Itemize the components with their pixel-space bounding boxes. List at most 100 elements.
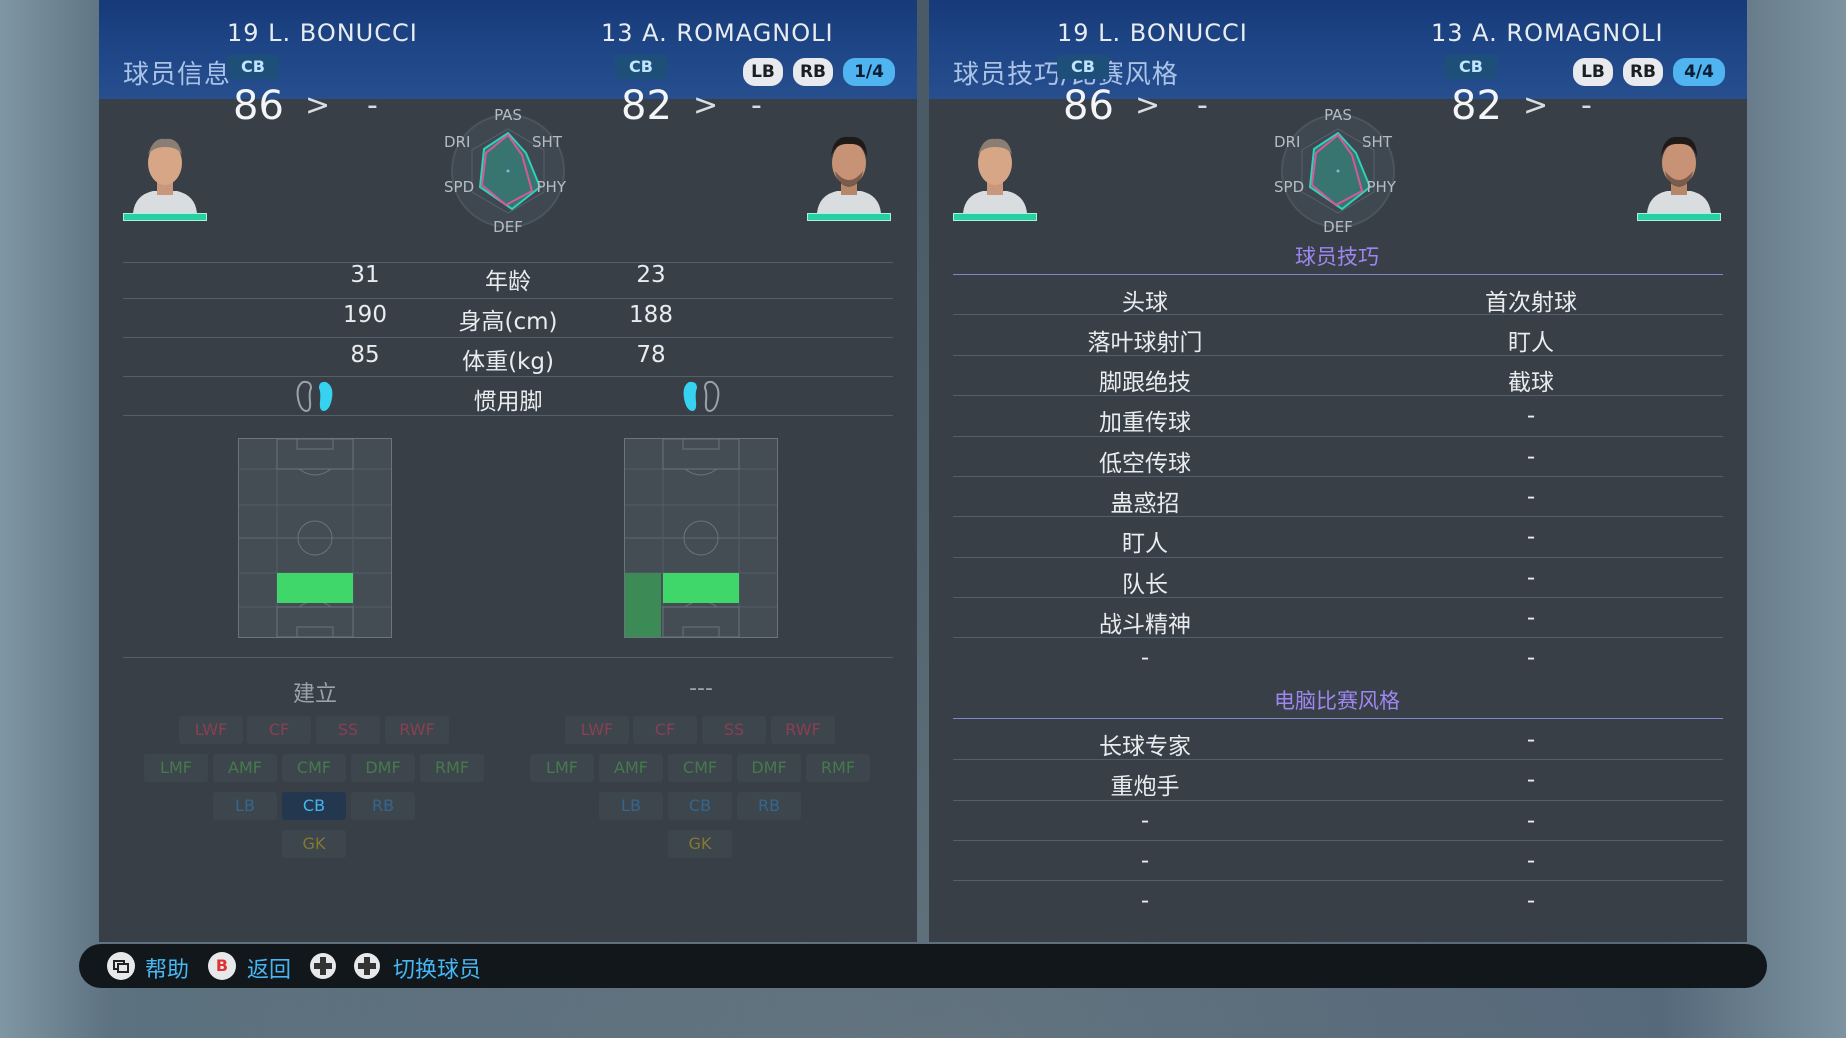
pos-rb: RB bbox=[737, 792, 801, 820]
lb-button[interactable]: LB bbox=[743, 58, 783, 86]
pos-gk: GK bbox=[668, 830, 732, 858]
player-1-arrow-icon: > bbox=[305, 88, 331, 123]
age-label: 年龄 bbox=[485, 269, 531, 295]
player-2-height: 188 bbox=[629, 302, 673, 328]
panel-header: 球员信息 LB RB 1/4 bbox=[99, 0, 917, 99]
player-1-arrow-icon: > bbox=[1135, 88, 1161, 123]
attribute-radar-chart: PAS SHT PHY DEF SPD DRI bbox=[444, 109, 567, 234]
pos-lmf: LMF bbox=[530, 754, 594, 782]
back-label[interactable]: 返回 bbox=[247, 952, 291, 984]
divider bbox=[123, 376, 893, 377]
player-1-rating: 86 bbox=[1063, 83, 1114, 129]
radar-label-spd: SPD bbox=[1274, 178, 1304, 196]
attribute-radar-chart: PAS SHT PHY DEF SPD DRI bbox=[1274, 109, 1397, 234]
pos-lmf: LMF bbox=[144, 754, 208, 782]
pos-lwf: LWF bbox=[179, 716, 243, 744]
p1-skill-8: 队长 bbox=[1122, 572, 1168, 598]
p1-skill-9: 战斗精神 bbox=[1099, 612, 1191, 638]
ai-styles-section-header: 电脑比赛风格 bbox=[1274, 689, 1400, 713]
divider bbox=[953, 840, 1723, 841]
p1-skill-6: 蛊惑招 bbox=[1110, 491, 1180, 517]
player-face-icon bbox=[133, 138, 197, 213]
p1-skill-5: 低空传球 bbox=[1099, 451, 1191, 477]
player-2-portrait bbox=[1637, 129, 1721, 221]
player-1-position-badge: CB bbox=[227, 55, 279, 79]
skills-styles-panel: 球员技巧/比赛风格 LB RB 4/4 19 L. BONUCCI CB 86 … bbox=[929, 0, 1747, 942]
player-1-playing-style: 建立 bbox=[292, 682, 337, 707]
divider bbox=[953, 637, 1723, 638]
pos-dmf: DMF bbox=[351, 754, 415, 782]
player-2-arrow-icon: > bbox=[693, 88, 719, 123]
divider bbox=[123, 657, 893, 658]
divider bbox=[953, 557, 1723, 558]
radar-label-dri: DRI bbox=[1274, 133, 1300, 151]
radar-label-def: DEF bbox=[493, 218, 523, 234]
weight-label: 体重(kg) bbox=[462, 349, 554, 375]
player-2-name: 13 A. ROMAGNOLI bbox=[1431, 19, 1664, 47]
player-1-position-badge: CB bbox=[1057, 55, 1109, 79]
radar-label-dri: DRI bbox=[444, 133, 470, 151]
divider bbox=[123, 337, 893, 338]
pos-ss: SS bbox=[702, 716, 766, 744]
rb-button[interactable]: RB bbox=[1623, 58, 1663, 86]
player-1-name: 19 L. BONUCCI bbox=[1057, 19, 1248, 47]
radar-label-sht: SHT bbox=[1362, 133, 1393, 151]
pos-cf: CF bbox=[247, 716, 311, 744]
divider bbox=[953, 597, 1723, 598]
divider bbox=[123, 298, 893, 299]
b-button-icon[interactable]: B bbox=[208, 952, 236, 980]
player-2-stamina-bar bbox=[807, 213, 891, 221]
pos-cf: CF bbox=[633, 716, 697, 744]
player-face-icon bbox=[1647, 136, 1711, 213]
p2-ai-style-5: - bbox=[1526, 888, 1536, 914]
player-2-playing-style: --- bbox=[689, 676, 713, 701]
player-1-name: 19 L. BONUCCI bbox=[227, 19, 418, 47]
p2-skill-8: - bbox=[1526, 565, 1536, 591]
p2-ai-style-1: - bbox=[1526, 727, 1536, 753]
touchpad-icon bbox=[108, 953, 134, 979]
radar-label-spd: SPD bbox=[444, 178, 474, 196]
divider bbox=[953, 800, 1723, 801]
pos-ss: SS bbox=[316, 716, 380, 744]
p1-skill-2: 落叶球射门 bbox=[1087, 330, 1203, 356]
player-face-icon bbox=[817, 136, 881, 213]
panel-nav: LB RB 1/4 bbox=[743, 58, 895, 86]
p1-skill-3: 脚跟绝技 bbox=[1099, 370, 1191, 396]
radar-label-pas: PAS bbox=[494, 109, 522, 124]
divider bbox=[953, 436, 1723, 437]
switch-player-label[interactable]: 切换球员 bbox=[393, 952, 481, 984]
button-guide-bar: 帮助 B 返回 切换球员 bbox=[79, 944, 1767, 988]
divider bbox=[953, 314, 1723, 315]
page-indicator: 1/4 bbox=[843, 58, 895, 86]
player-info-panel: 球员信息 LB RB 1/4 19 L. BONUCCI CB 86 > - P… bbox=[99, 0, 917, 942]
pos-cb: CB bbox=[668, 792, 732, 820]
p2-skill-3: 截球 bbox=[1508, 370, 1554, 396]
pos-lwf: LWF bbox=[565, 716, 629, 744]
p1-skill-10: - bbox=[1140, 645, 1150, 671]
pos-gk: GK bbox=[282, 830, 346, 858]
player-2-cb-zone bbox=[663, 573, 739, 603]
player-2-rating: 82 bbox=[621, 83, 672, 129]
player-1-next-rating: - bbox=[367, 88, 378, 123]
p2-skill-9: - bbox=[1526, 605, 1536, 631]
pos-rb: RB bbox=[351, 792, 415, 820]
p1-skill-4: 加重传球 bbox=[1099, 410, 1191, 436]
lb-button[interactable]: LB bbox=[1573, 58, 1613, 86]
help-button[interactable] bbox=[107, 952, 135, 980]
p2-skill-6: - bbox=[1526, 484, 1536, 510]
pos-amf: AMF bbox=[599, 754, 663, 782]
dpad-switch-icon[interactable] bbox=[353, 952, 381, 980]
player-1-portrait bbox=[123, 129, 207, 221]
radar-label-def: DEF bbox=[1323, 218, 1353, 234]
skills-section-header: 球员技巧 bbox=[1295, 245, 1379, 269]
rb-button[interactable]: RB bbox=[793, 58, 833, 86]
player-2-stamina-bar bbox=[1637, 213, 1721, 221]
player-1-next-rating: - bbox=[1197, 88, 1208, 123]
radar-label-phy: PHY bbox=[537, 178, 567, 196]
p2-skill-10: - bbox=[1526, 645, 1536, 671]
player-2-rating: 82 bbox=[1451, 83, 1502, 129]
player-2-arrow-icon: > bbox=[1523, 88, 1549, 123]
dpad-icon[interactable] bbox=[309, 952, 337, 980]
help-label[interactable]: 帮助 bbox=[145, 952, 189, 984]
p2-ai-style-3: - bbox=[1526, 808, 1536, 834]
